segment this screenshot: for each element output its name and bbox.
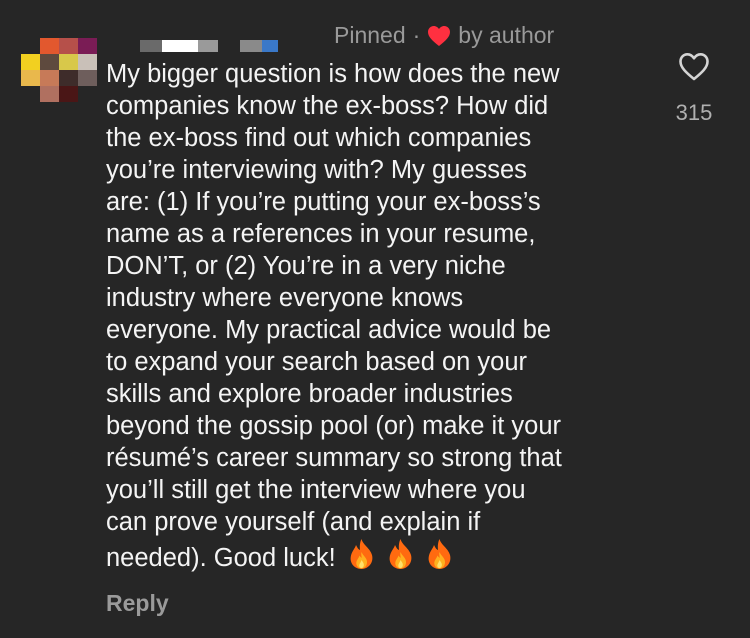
meta-separator: · — [412, 22, 421, 48]
comment-line: DON’T, or (2) You’re in a very niche — [106, 252, 506, 280]
username-redacted[interactable] — [140, 38, 290, 52]
comment-line: skills and explore broader industries — [106, 380, 513, 408]
pinned-label: Pinned — [334, 22, 406, 48]
heart-filled-icon — [427, 25, 451, 47]
like-button[interactable] — [678, 52, 710, 82]
comment-line: can prove yourself (and explain if — [106, 508, 481, 536]
comment-meta: Pinned · by author — [334, 22, 554, 49]
comment-line: name as a references in your resume, — [106, 220, 536, 248]
comment-line-text: needed). Good luck! — [106, 544, 336, 572]
fire-icon — [385, 538, 416, 570]
comment-text: My bigger question is how does the new c… — [106, 58, 651, 574]
comment-line: everyone. My practical advice would be — [106, 316, 552, 344]
liked-by-author-label: by author — [458, 22, 555, 48]
fire-icon — [346, 538, 377, 570]
comment-line: industry where everyone knows — [106, 284, 464, 312]
comment-line: are: (1) If you’re putting your ex-boss’… — [106, 188, 541, 216]
comment-line: My bigger question is how does the new — [106, 60, 560, 88]
avatar[interactable] — [21, 38, 97, 102]
like-count: 315 — [675, 100, 713, 125]
fire-icon — [424, 538, 455, 570]
reply-button[interactable]: Reply — [106, 590, 169, 617]
comment-line-last: needed). Good luck! — [106, 538, 651, 574]
comment-line: the ex-boss find out which companies — [106, 124, 532, 152]
comment-line: you’ll still get the interview where you — [106, 476, 526, 504]
comment-line: résumé’s career summary so strong that — [106, 444, 562, 472]
emoji-row — [346, 538, 455, 570]
comment-line: beyond the gossip pool (or) make it your — [106, 412, 561, 440]
comment-line: companies know the ex-boss? How did — [106, 92, 549, 120]
comment-line: you’re interviewing with? My guesses — [106, 156, 527, 184]
comment-line: to expand your search based on your — [106, 348, 528, 376]
heart-outline-icon — [679, 53, 709, 81]
